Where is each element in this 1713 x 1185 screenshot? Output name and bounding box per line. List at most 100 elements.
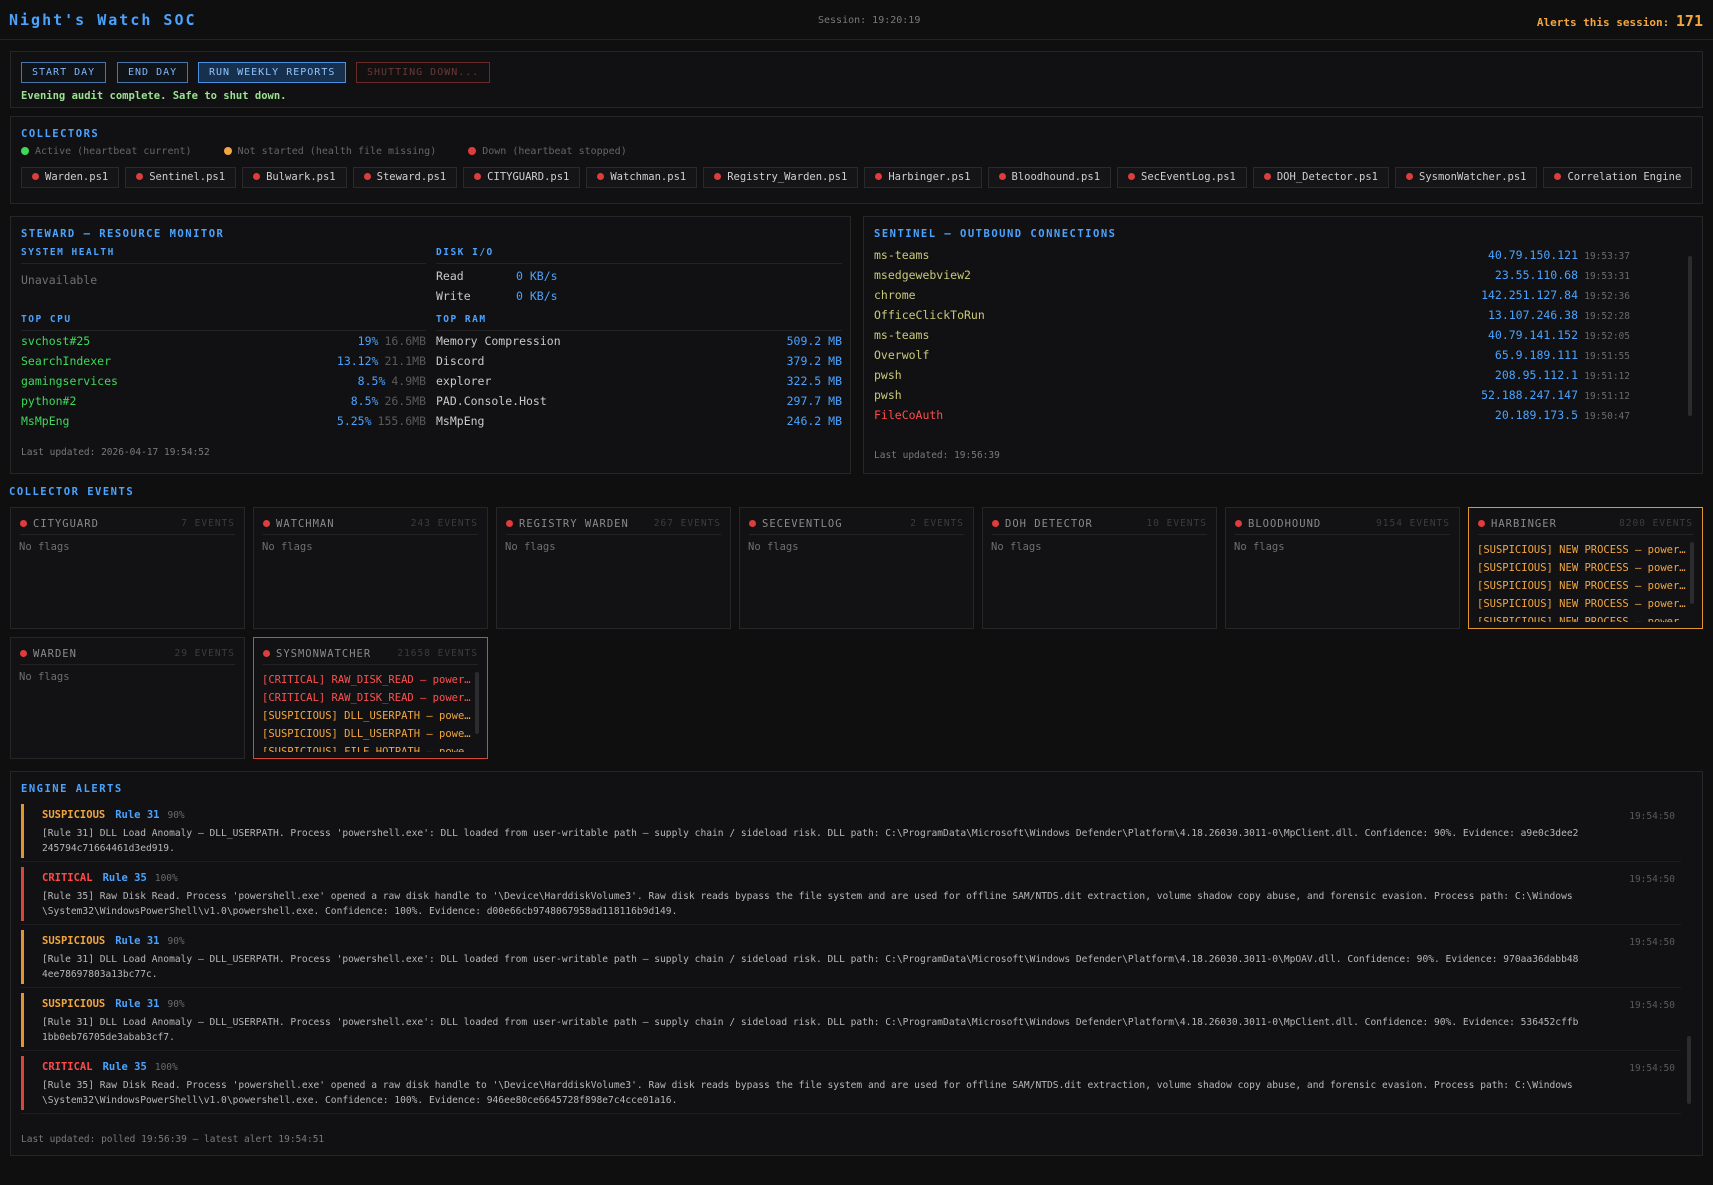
collector-chip-label: SecEventLog.ps1 <box>1141 171 1236 183</box>
collector-events-title: COLLECTOR EVENTS <box>9 486 135 498</box>
end-day-button[interactable]: END DAY <box>117 62 189 83</box>
collector-chip-label: CITYGUARD.ps1 <box>487 171 570 183</box>
event-flag[interactable]: [CRITICAL] RAW_DISK_READ — powershell.ex… <box>262 689 473 707</box>
engine-alert-row[interactable]: SUSPICIOUS Rule 31 90% 19:54:50 [Rule 31] DL… <box>21 804 1681 862</box>
collector-event-card[interactable]: BLOODHOUND 9154 EVENTS No flags <box>1225 507 1460 629</box>
status-dot-icon <box>1406 173 1414 180</box>
collector-chip[interactable]: SecEventLog.ps1 <box>1117 167 1247 188</box>
event-flag[interactable]: [SUSPICIOUS] DLL_USERPATH — powershell.e… <box>262 725 473 743</box>
no-flags-text: No flags <box>991 541 1042 553</box>
divider <box>749 534 964 535</box>
status-dot-icon <box>253 173 261 180</box>
status-dot-icon <box>263 520 270 527</box>
sentinel-title: SENTINEL — OUTBOUND CONNECTIONS <box>874 228 1117 240</box>
connection-time: 19:52:05 <box>1584 331 1630 342</box>
event-flag[interactable]: [SUSPICIOUS] FILE_HOTPATH — powershell.e… <box>262 743 473 752</box>
connection-row[interactable]: ms-teams 40.79.141.152 19:52:05 <box>874 328 1630 348</box>
connection-row[interactable]: pwsh 208.95.112.1 19:51:12 <box>874 368 1630 388</box>
event-flag[interactable]: [CRITICAL] RAW_DISK_READ — powershell.ex… <box>262 671 473 689</box>
legend-label: Active (heartbeat current) <box>35 146 192 157</box>
collector-event-card[interactable]: SECEVENTLOG 2 EVENTS No flags <box>739 507 974 629</box>
collector-chip[interactable]: DOH_Detector.ps1 <box>1252 167 1390 188</box>
start-day-button[interactable]: START DAY <box>21 62 107 83</box>
connection-list[interactable]: ms-teams 40.79.150.121 19:53:37 msedgewebvi… <box>874 248 1630 424</box>
event-card-scrollbar[interactable] <box>1690 542 1694 604</box>
ram-process-name: explorer <box>436 374 492 388</box>
event-flag[interactable]: [SUSPICIOUS] NEW PROCESS — powershell.ex… <box>1477 595 1688 613</box>
status-dot-icon <box>1263 173 1271 180</box>
disk-io-section: DISK I/O Read 0 KB/s Write 0 KB/s <box>436 247 842 309</box>
status-dot-icon <box>1554 173 1562 180</box>
connection-row[interactable]: Overwolf 65.9.189.111 19:51:55 <box>874 348 1630 368</box>
status-dot-icon <box>468 147 477 155</box>
collector-event-card[interactable]: CITYGUARD 7 EVENTS No flags <box>10 507 245 629</box>
collector-chip[interactable]: Registry_Warden.ps1 <box>703 167 859 188</box>
status-dot-icon <box>1235 520 1242 527</box>
event-card-scrollbar[interactable] <box>475 672 479 734</box>
ram-process-value: 509.2 MB <box>786 334 842 348</box>
event-flag[interactable]: [SUSPICIOUS] NEW PROCESS — powershell.ex… <box>1477 577 1688 595</box>
collector-chip[interactable]: Steward.ps1 <box>352 167 458 188</box>
alert-severity: SUSPICIOUS <box>42 998 106 1010</box>
collector-chip[interactable]: SysmonWatcher.ps1 <box>1395 167 1538 188</box>
collector-chip[interactable]: Bulwark.ps1 <box>242 167 347 188</box>
severity-bar <box>21 993 24 1047</box>
connection-row[interactable]: chrome 142.251.127.84 19:52:36 <box>874 288 1630 308</box>
alert-time: 19:54:50 <box>1629 1000 1675 1011</box>
sentinel-panel: SENTINEL — OUTBOUND CONNECTIONS ms-teams… <box>863 216 1703 474</box>
connection-row[interactable]: ms-teams 40.79.150.121 19:53:37 <box>874 248 1630 268</box>
collector-event-card[interactable]: HARBINGER 8200 EVENTS [SUSPICIOUS] NEW PRO… <box>1468 507 1703 629</box>
ram-process-name: Discord <box>436 354 485 368</box>
cpu-process-memory: 21.1MB <box>384 354 426 368</box>
connection-row[interactable]: OfficeClickToRun 13.107.246.38 19:52:28 <box>874 308 1630 328</box>
alert-confidence: 90% <box>167 936 185 947</box>
connection-time: 19:52:28 <box>1584 311 1630 322</box>
collector-event-card[interactable]: WATCHMAN 243 EVENTS No flags <box>253 507 488 629</box>
engine-alert-row[interactable]: SUSPICIOUS Rule 31 90% 19:54:50 [Rule 31] DL… <box>21 930 1681 988</box>
connection-scrollbar[interactable] <box>1688 256 1692 416</box>
collector-event-card[interactable]: SYSMONWATCHER 21658 EVENTS [CRITICAL] RAW_… <box>253 637 488 759</box>
event-flag[interactable]: [SUSPICIOUS] DLL_USERPATH — powershell.e… <box>262 707 473 725</box>
collector-chip[interactable]: Watchman.ps1 <box>586 167 698 188</box>
collector-chip[interactable]: Warden.ps1 <box>21 167 120 188</box>
collector-chip[interactable]: Sentinel.ps1 <box>125 167 237 188</box>
engine-alert-row[interactable]: CRITICAL Rule 35 100% 19:54:50 [Rule 35] Raw… <box>21 867 1681 925</box>
alert-rule: Rule 31 <box>115 935 160 947</box>
cpu-process-name: gamingservices <box>21 374 118 388</box>
collector-event-card[interactable]: DOH DETECTOR 10 EVENTS No flags <box>982 507 1217 629</box>
no-flags-text: No flags <box>19 541 70 553</box>
connection-row[interactable]: FileCoAuth 20.189.173.5 19:50:47 <box>874 408 1630 424</box>
status-dot-icon <box>223 147 232 155</box>
connection-time: 19:51:12 <box>1584 391 1630 402</box>
collector-event-name-wrap: WATCHMAN <box>263 518 335 530</box>
collector-chip[interactable]: CITYGUARD.ps1 <box>463 167 581 188</box>
collector-event-body: No flags <box>1234 541 1445 622</box>
divider <box>20 664 235 665</box>
alert-severity: CRITICAL <box>42 1061 93 1073</box>
top-cpu-heading: TOP CPU <box>21 314 426 331</box>
run-weekly-reports-button[interactable]: RUN WEEKLY REPORTS <box>198 62 347 83</box>
event-flag[interactable]: [SUSPICIOUS] NEW PROCESS — powershell.ex… <box>1477 559 1688 577</box>
collector-event-card[interactable]: REGISTRY WARDEN 267 EVENTS No flags <box>496 507 731 629</box>
connection-row[interactable]: msedgewebview2 23.55.110.68 19:53:31 <box>874 268 1630 288</box>
cpu-process-name: python#2 <box>21 394 77 408</box>
event-flag[interactable]: [SUSPICIOUS] NEW PROCESS — powershell.ex… <box>1477 613 1688 622</box>
engine-alert-row[interactable]: SUSPICIOUS Rule 31 90% 19:54:50 [Rule 31] DL… <box>21 993 1681 1051</box>
status-dot-icon <box>992 520 999 527</box>
cpu-process-row: svchost#25 19% 16.6MB <box>21 334 426 354</box>
status-dot-icon <box>474 173 482 180</box>
divider <box>263 664 478 665</box>
collector-event-count: 9154 EVENTS <box>1376 518 1450 529</box>
collector-event-card[interactable]: WARDEN 29 EVENTS No flags <box>10 637 245 759</box>
collector-event-body: No flags <box>748 541 959 622</box>
alerts-counter-value: 171 <box>1675 12 1703 30</box>
cpu-process-row: MsMpEng 5.25% 155.6MB <box>21 414 426 434</box>
engine-alert-row[interactable]: CRITICAL Rule 35 100% 19:54:50 [Rule 35] Raw… <box>21 1056 1681 1114</box>
collector-chip[interactable]: Bloodhound.ps1 <box>987 167 1112 188</box>
collector-chip[interactable]: Correlation Engine <box>1543 167 1693 188</box>
collector-event-count: 7 EVENTS <box>181 518 235 529</box>
connection-row[interactable]: pwsh 52.188.247.147 19:51:12 <box>874 388 1630 408</box>
engine-alerts-scrollbar[interactable] <box>1687 1036 1691 1104</box>
event-flag[interactable]: [SUSPICIOUS] NEW PROCESS — powershell.ex… <box>1477 541 1688 559</box>
collector-chip[interactable]: Harbinger.ps1 <box>864 167 982 188</box>
